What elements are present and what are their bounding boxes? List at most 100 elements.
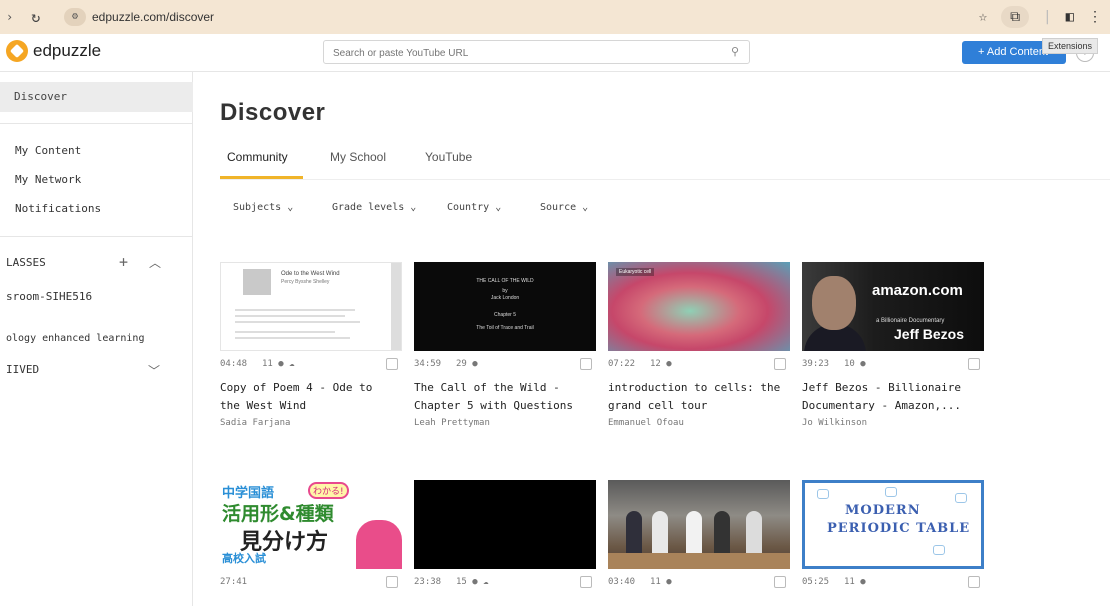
card-meta: 39:23 10 ● (802, 358, 984, 371)
address-bar[interactable]: ⚙ edpuzzle.com/discover (58, 6, 958, 28)
text-line (235, 309, 355, 311)
select-checkbox[interactable] (580, 576, 592, 588)
search-box[interactable]: ⚲ (323, 40, 750, 65)
video-card[interactable]: Ode to the West Wind Percy Bysshe Shelle… (220, 262, 402, 428)
site-settings-icon[interactable]: ⚙ (64, 8, 86, 26)
filter-source[interactable]: Source ⌄ (540, 202, 588, 213)
video-thumbnail[interactable]: MODERN PERIODIC TABLE (802, 480, 984, 569)
select-checkbox[interactable] (968, 358, 980, 370)
thumb-label: Eukaryotic cell (616, 268, 655, 276)
tab-youtube[interactable]: YouTube (425, 150, 472, 164)
video-card[interactable]: THE CALL OF THE WILD by Jack London Chap… (414, 262, 596, 428)
sidebar-class-item[interactable]: ology enhanced learning (6, 333, 144, 344)
duration: 04:48 (220, 359, 248, 369)
video-thumbnail[interactable]: 中学国語 わかる! 活用形&種類 見分け方 高校入試 (220, 480, 402, 569)
video-thumbnail[interactable] (608, 480, 790, 569)
chevron-down-icon[interactable]: ﹀ (148, 362, 160, 379)
tab-my-school[interactable]: My School (330, 150, 386, 164)
video-title[interactable]: introduction to cells: the grand cell to… (608, 379, 786, 415)
question-count: 11 ● ☁ (262, 359, 295, 369)
sidebar-item-discover[interactable]: Discover (0, 82, 193, 112)
filter-grade-levels[interactable]: Grade levels ⌄ (332, 202, 416, 213)
video-card[interactable]: 03:40 11 ● (608, 480, 790, 588)
tab-community[interactable]: Community (227, 150, 288, 164)
video-thumbnail[interactable]: THE CALL OF THE WILD by Jack London Chap… (414, 262, 596, 351)
card-meta: 23:38 15 ● ☁ (414, 576, 596, 589)
select-checkbox[interactable] (580, 358, 592, 370)
edpuzzle-logo[interactable]: edpuzzle (6, 40, 101, 62)
question-dot-icon: ● (278, 359, 284, 369)
reload-icon[interactable]: ↻ (31, 8, 40, 26)
cloud-upload-icon: ☁ (483, 577, 489, 587)
filter-label: Subjects (233, 202, 282, 213)
chevron-down-icon: ⌄ (287, 202, 294, 213)
menu-icon[interactable]: ⋮ (1088, 9, 1102, 25)
thumb-subtitle: a Billionaire Documentary (876, 318, 945, 324)
video-author[interactable]: Jo Wilkinson (802, 418, 867, 428)
video-card[interactable]: 23:38 15 ● ☁ (414, 480, 596, 588)
sidebar-item-my-content[interactable]: My Content (15, 144, 81, 157)
question-dot-icon: ● (860, 577, 866, 587)
thumb-badge: わかる! (308, 482, 349, 499)
thumb-subheading: Percy Bysshe Shelley (281, 279, 330, 285)
video-card[interactable]: 中学国語 わかる! 活用形&種類 見分け方 高校入試 27:41 (220, 480, 402, 588)
video-thumbnail[interactable] (414, 480, 596, 569)
select-checkbox[interactable] (774, 358, 786, 370)
question-count: 15 ● ☁ (456, 577, 489, 587)
filter-country[interactable]: Country ⌄ (447, 202, 501, 213)
video-author[interactable]: Emmanuel Ofoau (608, 418, 684, 428)
sidebar-divider (0, 123, 193, 124)
select-checkbox[interactable] (386, 576, 398, 588)
bookmark-star-icon[interactable]: ☆ (979, 9, 987, 25)
add-class-icon[interactable]: + (119, 253, 128, 271)
filter-label: Source (540, 202, 577, 213)
question-count-value: 11 (844, 577, 855, 587)
video-author[interactable]: Leah Prettyman (414, 418, 490, 428)
video-card[interactable]: amazon.com a Billionaire Documentary Jef… (802, 262, 984, 428)
extensions-icon[interactable]: ⧉ (1001, 6, 1030, 28)
person-figure (686, 511, 702, 557)
thumb-title: PERIODIC TABLE (827, 521, 971, 536)
search-input[interactable] (324, 42, 714, 65)
video-title[interactable]: The Call of the Wild - Chapter 5 with Qu… (414, 379, 592, 415)
video-author[interactable]: Sadia Farjana (220, 418, 290, 428)
video-card[interactable]: Eukaryotic cell 07:22 12 ● introduction … (608, 262, 790, 428)
thumb-text: The Toil of Trace and Trail (476, 325, 534, 331)
chevron-down-icon: ⌄ (582, 202, 589, 213)
duration: 07:22 (608, 359, 636, 369)
person-figure (652, 511, 668, 557)
card-meta: 27:41 (220, 576, 402, 589)
question-dot-icon: ● (666, 577, 672, 587)
select-checkbox[interactable] (774, 576, 786, 588)
forward-icon[interactable]: › (6, 10, 13, 24)
sidebar-class-item[interactable]: sroom-SIHE516 (6, 290, 92, 303)
filter-subjects[interactable]: Subjects ⌄ (233, 202, 293, 213)
poem-image (243, 269, 271, 295)
search-icon[interactable]: ⚲ (731, 45, 739, 58)
video-thumbnail[interactable]: amazon.com a Billionaire Documentary Jef… (802, 262, 984, 351)
select-checkbox[interactable] (968, 576, 980, 588)
duration: 03:40 (608, 577, 636, 587)
scrollbar (391, 263, 401, 350)
video-thumbnail[interactable]: Ode to the West Wind Percy Bysshe Shelle… (220, 262, 402, 351)
sidebar-archived[interactable]: IIVED (6, 363, 39, 376)
video-card[interactable]: MODERN PERIODIC TABLE 05:25 11 ● (802, 480, 984, 588)
chevron-up-icon[interactable]: ︿ (149, 254, 161, 271)
doodle-shape (885, 487, 897, 497)
question-count-value: 11 (650, 577, 661, 587)
sidebar-item-my-network[interactable]: My Network (15, 173, 81, 186)
video-title[interactable]: Copy of Poem 4 - Ode to the West Wind (220, 379, 398, 415)
video-title[interactable]: Jeff Bezos - Billionaire Documentary - A… (802, 379, 980, 415)
question-count-value: 12 (650, 359, 661, 369)
thumb-brand: amazon.com (872, 282, 963, 299)
card-meta: 05:25 11 ● (802, 576, 984, 589)
text-line (235, 331, 335, 333)
video-thumbnail[interactable]: Eukaryotic cell (608, 262, 790, 351)
sidepanel-icon[interactable]: ◧ (1066, 9, 1074, 25)
url-text[interactable]: edpuzzle.com/discover (92, 10, 214, 24)
select-checkbox[interactable] (386, 358, 398, 370)
sidebar-item-notifications[interactable]: Notifications (15, 202, 101, 215)
thumb-name: Jeff Bezos (894, 326, 965, 342)
logo-text: edpuzzle (33, 41, 102, 60)
sidebar: Discover My Content My Network Notificat… (0, 72, 193, 606)
